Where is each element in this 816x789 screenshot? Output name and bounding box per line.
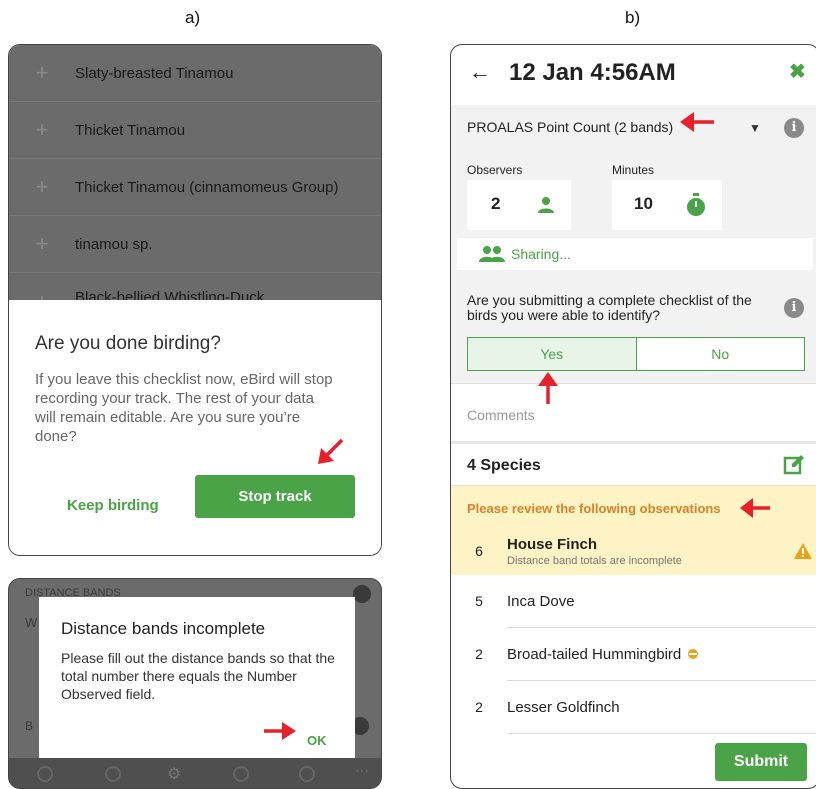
distance-bands-dialog: Distance bands incomplete Please fill ou… [39, 597, 355, 769]
table-row[interactable]: 2 Lesser Goldfinch [451, 681, 816, 733]
plus-icon[interactable]: + [9, 117, 75, 143]
nav-icon[interactable] [299, 766, 315, 782]
yes-button[interactable]: Yes [468, 338, 637, 370]
complete-question: Are you submitting a complete checklist … [467, 292, 752, 323]
keep-birding-button[interactable]: Keep birding [67, 485, 177, 525]
edit-icon[interactable] [783, 453, 805, 475]
more-icon[interactable]: ··· [355, 762, 369, 778]
person-icon [538, 197, 554, 213]
info-icon [353, 585, 371, 603]
warning-icon [794, 543, 812, 559]
observers-label: Observers [467, 163, 523, 177]
plus-icon[interactable]: + [9, 174, 75, 200]
back-arrow-icon[interactable]: ← [469, 59, 491, 85]
species-count: 4 Species [467, 457, 541, 474]
species-name: Slaty-breasted Tinamou [75, 64, 234, 82]
nav-icon[interactable] [233, 766, 249, 782]
panel-label-b: b) [625, 8, 641, 27]
stopwatch-icon [687, 193, 705, 216]
sharing-row[interactable]: Sharing... [457, 238, 813, 270]
panel-label-a: a) [185, 8, 201, 27]
minutes-label: Minutes [612, 163, 655, 177]
sharing-text: Sharing... [511, 246, 571, 262]
list-item[interactable]: + Thicket Tinamou [9, 102, 381, 158]
obs-count: 6 [475, 543, 483, 559]
table-row[interactable]: 2 Broad-tailed Hummingbird [451, 628, 816, 680]
info-icon[interactable]: i [784, 118, 804, 138]
list-item[interactable]: + tinamou sp. [9, 216, 381, 272]
group-icon [479, 246, 505, 262]
red-arrow-icon [538, 372, 558, 404]
checklist-details: PROALAS Point Count (2 bands) ▼ i Observ… [451, 105, 816, 383]
ok-button[interactable]: OK [307, 733, 327, 748]
obs-name: Broad-tailed Hummingbird [507, 645, 682, 663]
list-item[interactable]: + Slaty-breasted Tinamou [9, 45, 381, 101]
obs-count: 2 [475, 646, 483, 662]
list-item[interactable]: + Thicket Tinamou (cinnamomeus Group) [9, 159, 381, 215]
bg-text-b: B [25, 719, 34, 733]
red-arrow-icon [264, 722, 296, 740]
comments-input[interactable]: Comments [467, 407, 535, 423]
red-arrow-icon [740, 498, 770, 518]
no-button[interactable]: No [637, 338, 805, 370]
plus-icon[interactable]: + [9, 60, 75, 86]
table-row[interactable]: 5 Inca Dove [451, 575, 816, 627]
obs-name: Lesser Goldfinch [507, 698, 620, 716]
rare-species-icon [688, 649, 699, 659]
phone-done-birding: + Slaty-breasted Tinamou + Thicket Tinam… [8, 44, 382, 556]
gear-icon[interactable]: ⚙ [167, 764, 181, 784]
obs-name: House Finch [507, 535, 598, 553]
species-name: Thicket Tinamou (cinnamomeus Group) [75, 178, 339, 196]
minutes-field[interactable]: 10 [612, 180, 722, 230]
dialog-title: Are you done birding? [35, 333, 221, 354]
obs-name: Inca Dove [507, 592, 575, 610]
nav-icon[interactable] [105, 766, 121, 782]
submit-button[interactable]: Submit [715, 743, 807, 781]
protocol-select[interactable]: PROALAS Point Count (2 bands) [467, 119, 673, 135]
done-birding-dialog: Are you done birding? If you leave this … [9, 300, 381, 555]
obs-count: 2 [475, 699, 483, 715]
species-name: tinamou sp. [75, 235, 153, 253]
species-name: Thicket Tinamou [75, 121, 186, 139]
yes-no-toggle: Yes No [467, 337, 805, 371]
dialog-body: If you leave this checklist now, eBird w… [35, 371, 333, 445]
dropdown-arrow-icon[interactable]: ▼ [749, 121, 761, 135]
dialog-body: Please fill out the distance bands so th… [61, 650, 335, 702]
observers-field[interactable]: 2 [467, 180, 571, 230]
bg-text-w: W [25, 615, 38, 630]
obs-count: 5 [475, 593, 483, 609]
bottom-nav-bar: ⚙ ··· [9, 758, 381, 788]
page-title: 12 Jan 4:56AM [509, 59, 676, 86]
observers-value: 2 [491, 194, 501, 213]
dialog-title: Distance bands incomplete [61, 619, 266, 638]
red-arrow-icon [318, 438, 344, 464]
obs-note: Distance band totals are incomplete [507, 554, 682, 567]
plus-icon[interactable]: + [9, 231, 75, 257]
dimmed-species-list: + Slaty-breasted Tinamou + Thicket Tinam… [9, 45, 381, 314]
close-icon[interactable]: ✖ [789, 59, 806, 84]
stop-track-button[interactable]: Stop track [195, 475, 355, 518]
review-banner: Please review the following observations [467, 501, 721, 516]
phone-checklist: ← 12 Jan 4:56AM ✖ PROALAS Point Count (2… [450, 44, 816, 789]
red-arrow-icon [680, 112, 714, 132]
info-icon[interactable]: i [784, 298, 804, 318]
phone-distance-bands: DISTANCE BANDS W B Distance bands incomp… [8, 578, 382, 789]
nav-icon[interactable] [37, 766, 53, 782]
minutes-value: 10 [634, 194, 653, 213]
table-row[interactable]: 6 House Finch Distance band totals are i… [451, 529, 816, 573]
